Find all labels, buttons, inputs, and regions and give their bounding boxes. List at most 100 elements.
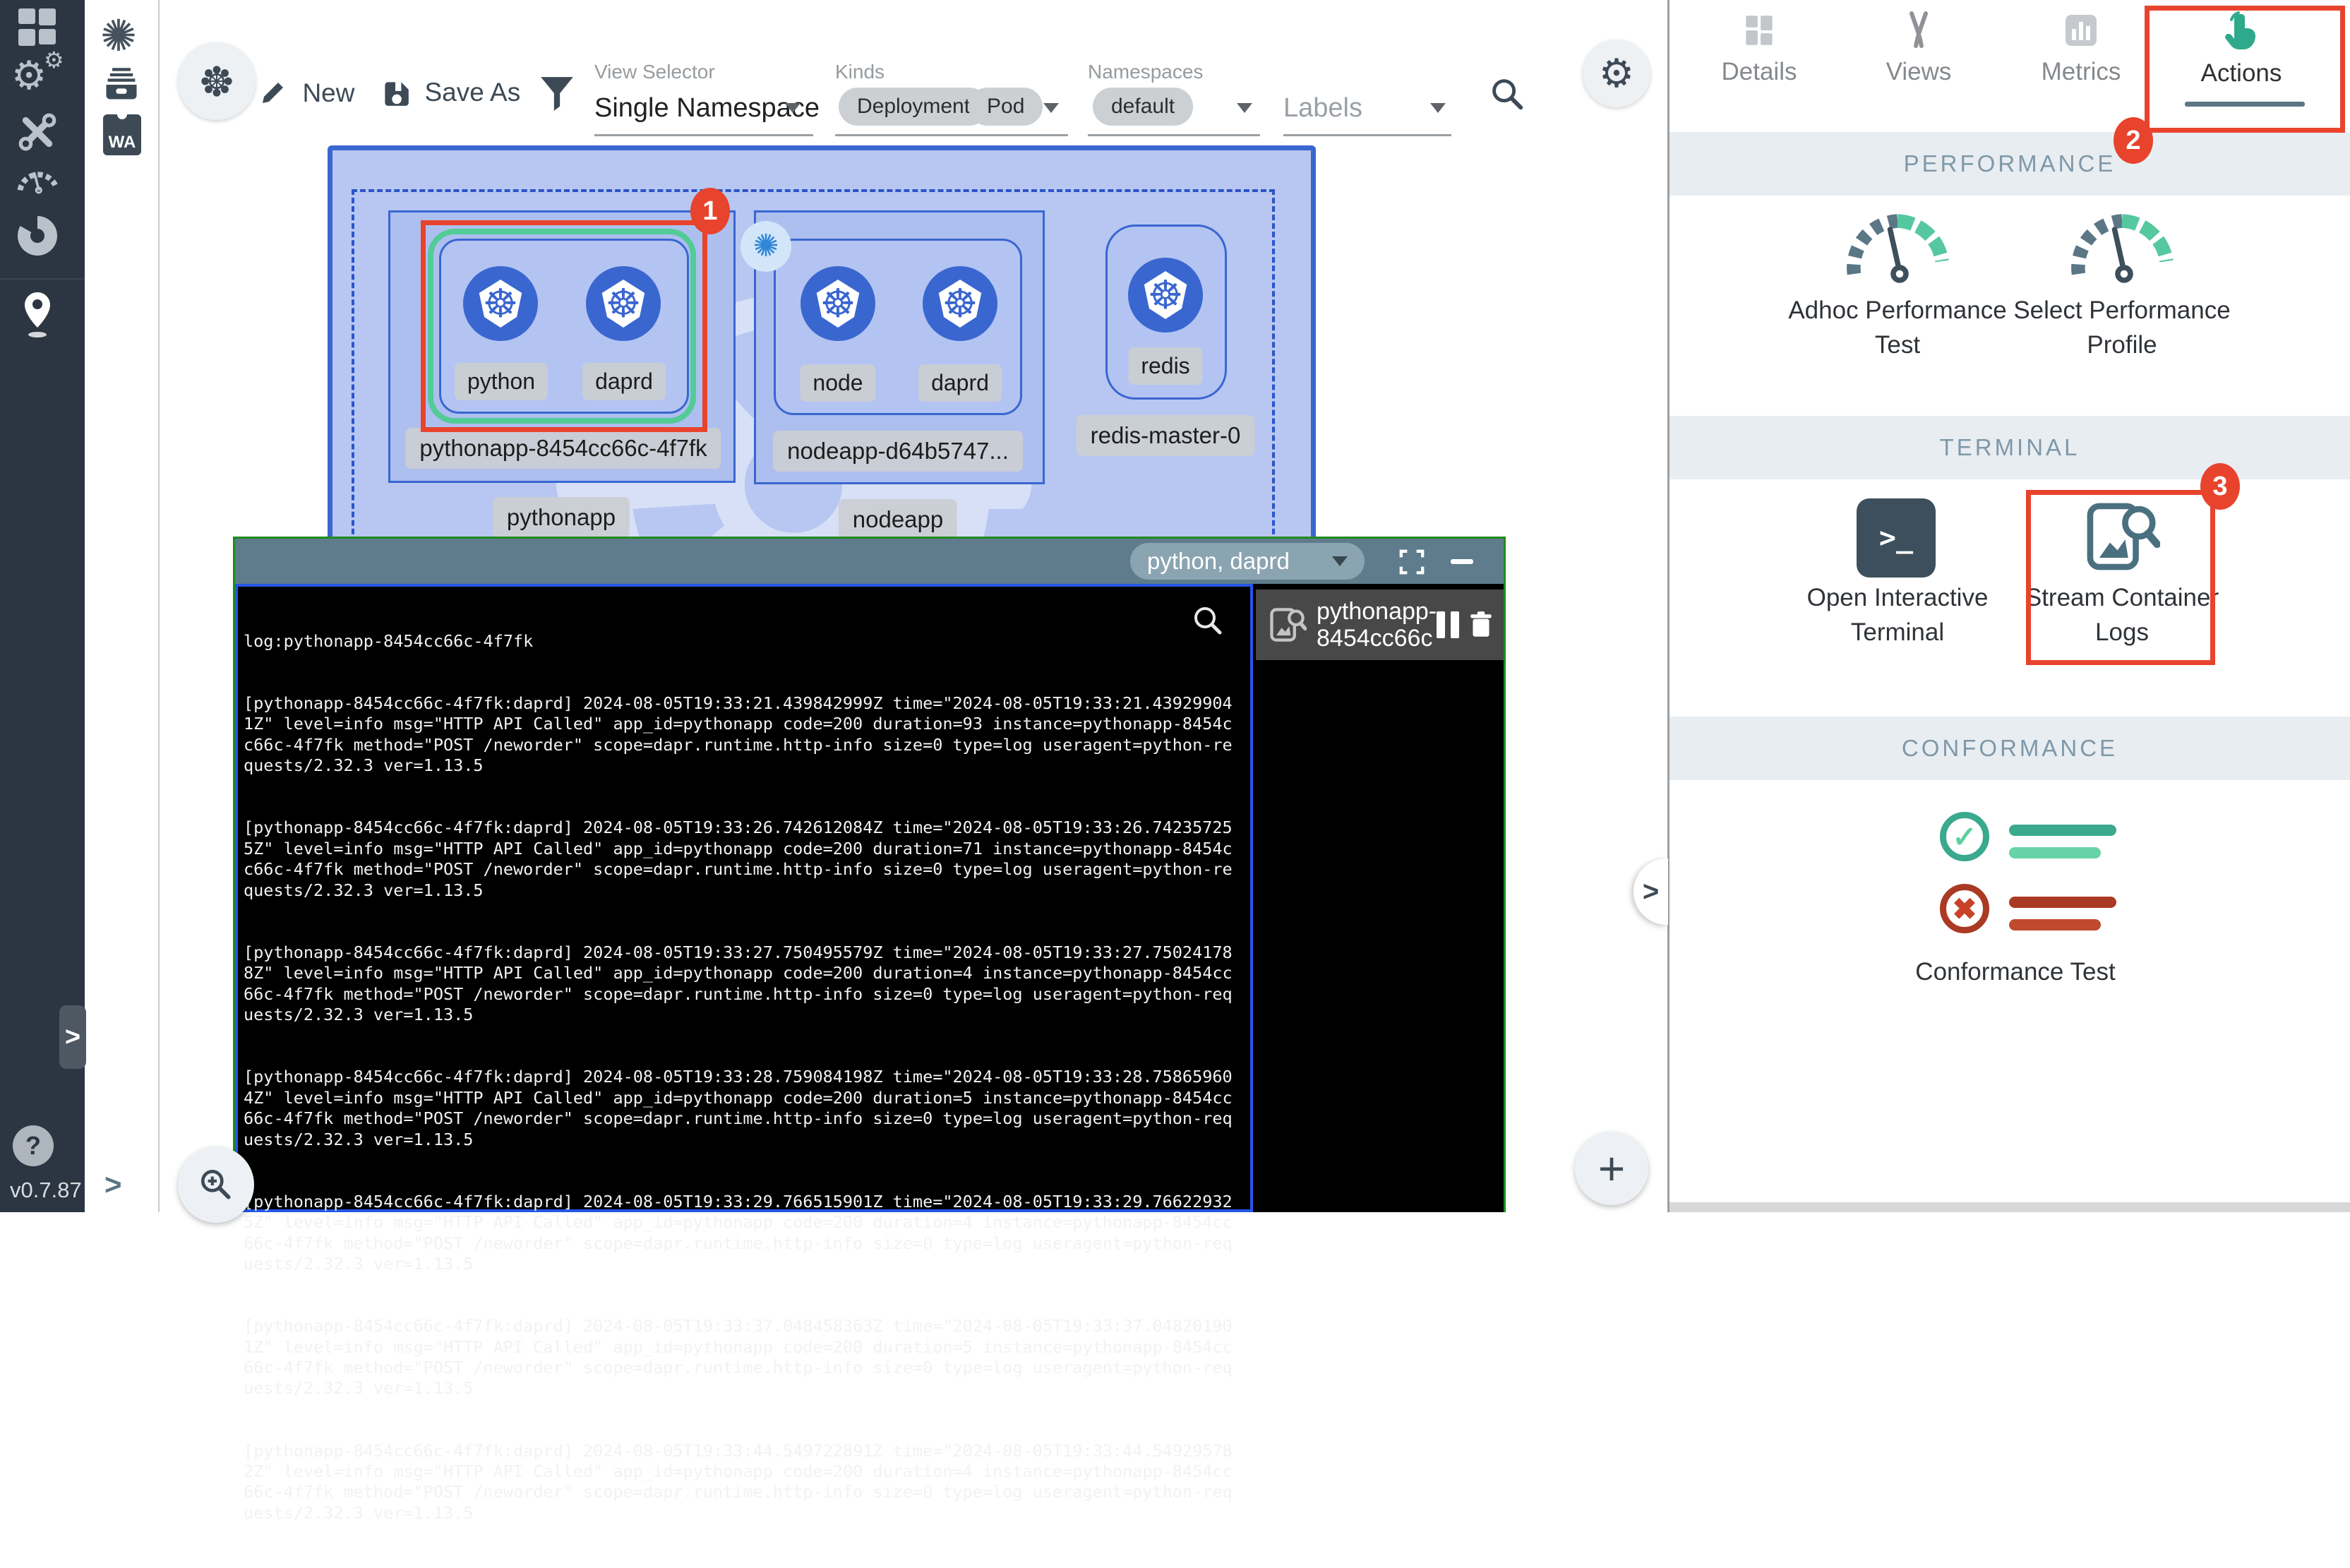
action-open-interactive-terminal[interactable]: Open Interactive Terminal bbox=[1778, 580, 2018, 650]
location-pin-icon[interactable] bbox=[18, 289, 57, 340]
annotation-badge-1: 1 bbox=[690, 188, 730, 234]
container-node-node[interactable]: ☸ bbox=[801, 266, 875, 341]
container-label: node bbox=[800, 364, 875, 402]
namespaces-label: Namespaces bbox=[1088, 61, 1203, 83]
tab-details[interactable]: Details bbox=[1685, 0, 1833, 99]
sidebar-divider bbox=[0, 278, 85, 280]
tab-views[interactable]: Views bbox=[1845, 0, 1993, 99]
kinds-caret-icon[interactable] bbox=[1043, 103, 1059, 113]
deployment-name-label: nodeapp bbox=[839, 499, 957, 540]
views-icon bbox=[1899, 10, 1938, 51]
save-as-button[interactable]: Save As bbox=[379, 76, 520, 109]
log-record: [pythonapp-8454cc66c-4f7fk:daprd] 2024-0… bbox=[244, 1441, 1242, 1524]
selector-caret-icon bbox=[1332, 556, 1348, 566]
panel-scrollbar-track[interactable] bbox=[1669, 1202, 2350, 1212]
archive-box-icon[interactable] bbox=[102, 65, 141, 104]
fullscreen-icon[interactable] bbox=[1398, 549, 1425, 575]
namespace-chip-default[interactable]: default bbox=[1093, 88, 1193, 126]
labels-underline bbox=[1283, 134, 1451, 136]
container-label: daprd bbox=[918, 364, 1002, 402]
kinds-underline bbox=[835, 134, 1068, 136]
stream-list-item[interactable]: pythonapp-8454cc66c bbox=[1256, 590, 1504, 660]
add-button[interactable]: + bbox=[1575, 1132, 1648, 1205]
container-label: redis bbox=[1128, 347, 1202, 385]
terminal-titlebar[interactable]: python, daprd bbox=[235, 539, 1504, 584]
delete-stream-icon[interactable] bbox=[1466, 610, 1496, 640]
kind-chip-deployment[interactable]: Deployment bbox=[839, 88, 988, 126]
dashboard-icon[interactable] bbox=[18, 8, 56, 46]
kinds-label: Kinds bbox=[835, 61, 885, 83]
network-icon bbox=[198, 63, 235, 100]
settings-gears-icon[interactable]: ⚙⚙ bbox=[11, 52, 47, 99]
metrics-bars-icon bbox=[2061, 10, 2101, 51]
log-record: [pythonapp-8454cc66c-4f7fk:daprd] 2024-0… bbox=[244, 693, 1242, 777]
conformance-fail-line bbox=[2009, 897, 2116, 908]
action-adhoc-performance-test[interactable]: Adhoc Performance Test bbox=[1778, 293, 2018, 362]
view-selector-underline bbox=[594, 134, 813, 136]
action-select-performance-profile[interactable]: Select Performance Profile bbox=[2002, 293, 2242, 362]
mesh-chart-icon[interactable] bbox=[18, 216, 57, 256]
adhoc-performance-gauge-icon[interactable] bbox=[1838, 206, 1958, 291]
stream-list-panel: pythonapp-8454cc66c bbox=[1256, 584, 1504, 1212]
container-selector-dropdown[interactable]: python, daprd bbox=[1130, 543, 1365, 580]
conformance-fail-line bbox=[2009, 919, 2101, 930]
kubernetes-wheel-icon: ☸ bbox=[1148, 275, 1183, 315]
log-record: [pythonapp-8454cc66c-4f7fk:daprd] 2024-0… bbox=[244, 1067, 1242, 1150]
webassembly-icon[interactable]: WA bbox=[103, 114, 141, 155]
view-selector-label: View Selector bbox=[594, 61, 715, 83]
details-grid-icon bbox=[1739, 10, 1780, 51]
stream-item-title: pythonapp-8454cc66c bbox=[1317, 598, 1437, 652]
tools-icon[interactable] bbox=[16, 110, 59, 154]
dapr-swirl-icon[interactable]: ✺ bbox=[100, 10, 137, 61]
save-as-label: Save As bbox=[424, 78, 520, 107]
panel-divider bbox=[1667, 0, 1669, 1212]
dapr-sidecar-icon: ✺ bbox=[741, 221, 791, 272]
labels-input[interactable]: Labels bbox=[1283, 93, 1362, 124]
interactive-terminal-icon[interactable]: >_ bbox=[1857, 498, 1936, 577]
annotation-badge-3: 3 bbox=[2200, 463, 2240, 510]
container-node-redis[interactable]: ☸ bbox=[1128, 258, 1203, 333]
pod-name-label: pythonapp-8454cc66c-4f7fk bbox=[405, 428, 721, 469]
tab-label: Metrics bbox=[2042, 58, 2121, 86]
help-icon[interactable]: ? bbox=[13, 1125, 54, 1166]
pencil-icon bbox=[256, 76, 289, 110]
container-node-daprd2[interactable]: ☸ bbox=[923, 266, 997, 341]
gauge-icon[interactable] bbox=[14, 162, 61, 198]
container-selector-value: python, daprd bbox=[1147, 548, 1290, 575]
filter-funnel-icon[interactable] bbox=[538, 73, 576, 114]
select-performance-gauge-icon[interactable] bbox=[2062, 206, 2182, 291]
panel-collapse-handle[interactable]: > bbox=[1633, 858, 1668, 925]
version-label: v0.7.87 bbox=[10, 1178, 82, 1203]
tab-label: Details bbox=[1722, 58, 1797, 86]
log-record: [pythonapp-8454cc66c-4f7fk:daprd] 2024-0… bbox=[244, 1192, 1242, 1275]
log-record: [pythonapp-8454cc66c-4f7fk:daprd] 2024-0… bbox=[244, 818, 1242, 901]
graph-menu-button[interactable] bbox=[178, 42, 256, 120]
zoom-in-button[interactable] bbox=[178, 1147, 254, 1223]
search-icon[interactable] bbox=[1488, 75, 1528, 114]
rail-expand-chevron[interactable]: > bbox=[104, 1168, 122, 1202]
log-record: [pythonapp-8454cc66c-4f7fk:daprd] 2024-0… bbox=[244, 1316, 1242, 1399]
log-output-area[interactable]: log:pythonapp-8454cc66c-4f7fk [pythonapp… bbox=[235, 584, 1253, 1212]
annotation-rect-3 bbox=[2026, 490, 2215, 665]
namespaces-caret-icon[interactable] bbox=[1237, 103, 1252, 113]
labels-caret-icon[interactable] bbox=[1430, 103, 1446, 113]
log-line: log:pythonapp-8454cc66c-4f7fk bbox=[244, 631, 1242, 652]
settings-button[interactable]: ⚙ bbox=[1583, 40, 1650, 107]
magnifier-cursor-icon bbox=[1192, 604, 1224, 637]
deployment-name-label: pythonapp bbox=[493, 497, 630, 538]
new-button[interactable]: New bbox=[256, 76, 354, 110]
tab-metrics[interactable]: Metrics bbox=[2007, 0, 2155, 99]
view-selector-caret-icon[interactable] bbox=[785, 103, 801, 113]
kubernetes-wheel-icon: ☸ bbox=[820, 284, 856, 323]
plus-icon: + bbox=[1598, 1145, 1626, 1192]
action-conformance-test[interactable]: Conformance Test bbox=[1874, 954, 2157, 989]
conformance-pass-line bbox=[2009, 847, 2101, 858]
cross-circle-icon: ✖ bbox=[1940, 884, 1989, 933]
annotation-rect-1 bbox=[421, 220, 707, 432]
minimize-icon[interactable] bbox=[1451, 559, 1473, 564]
tab-label: Views bbox=[1886, 58, 1952, 86]
pause-stream-icon[interactable] bbox=[1437, 611, 1459, 638]
sidebar-expand-handle[interactable]: > bbox=[59, 1005, 86, 1069]
kind-chip-pod[interactable]: Pod bbox=[969, 88, 1043, 126]
section-header-conformance: CONFORMANCE bbox=[1669, 717, 2350, 780]
